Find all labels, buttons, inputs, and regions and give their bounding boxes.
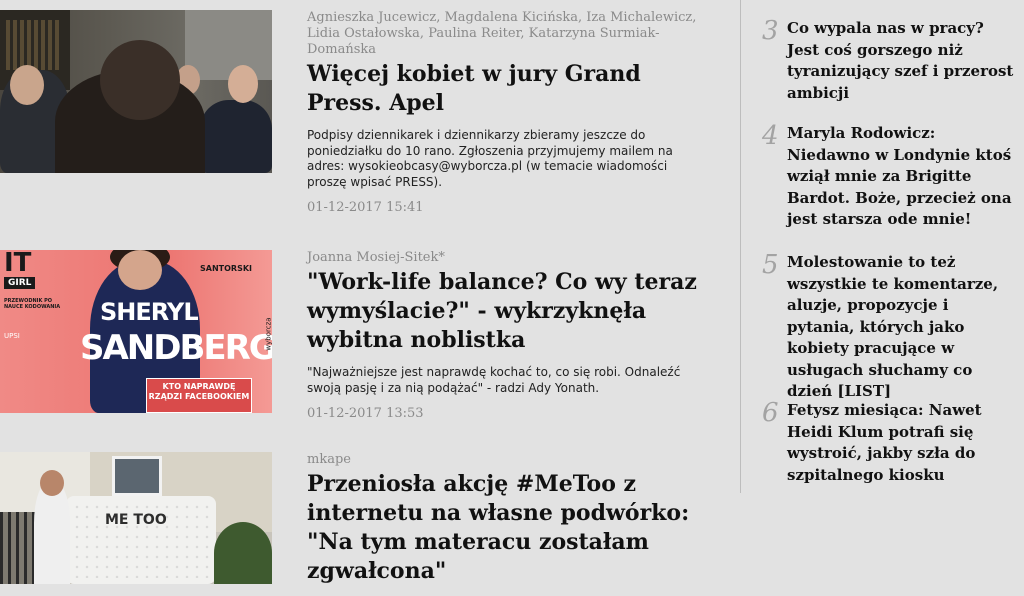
ranking-title[interactable]: Co wypala nas w pracy? Jest coś gorszego… xyxy=(787,18,1017,104)
ranking-title[interactable]: Maryla Rodowicz: Niedawno w Londynie kto… xyxy=(787,123,1017,231)
thumbnail-window xyxy=(112,456,162,496)
ranking-title[interactable]: Fetysz miesiąca: Nawet Heidi Klum potraf… xyxy=(787,400,1017,486)
mattress-text: ME TOO xyxy=(105,512,167,528)
ranking-number: 4 xyxy=(762,121,779,151)
article-content: mkape Przeniosła akcję #MeToo z internet… xyxy=(307,452,707,596)
ranking-number: 6 xyxy=(762,398,779,428)
thumbnail-plant xyxy=(214,522,272,584)
thumbnail-mattress xyxy=(66,496,216,584)
article-thumbnail[interactable]: ME TOO xyxy=(0,452,272,584)
thumbnail-person-head xyxy=(40,470,64,496)
ranking-number: 5 xyxy=(762,250,779,280)
thumbnail-person xyxy=(34,482,70,584)
article-authors[interactable]: mkape xyxy=(307,452,707,468)
column-divider xyxy=(740,0,741,493)
article-item: ME TOO mkape Przeniosła akcję #MeToo z i… xyxy=(0,0,720,584)
article-title[interactable]: Przeniosła akcję #MeToo z internetu na w… xyxy=(307,470,707,586)
ranking-number: 3 xyxy=(762,16,779,46)
ranking-title[interactable]: Molestowanie to też wszystkie te komenta… xyxy=(787,252,1017,403)
